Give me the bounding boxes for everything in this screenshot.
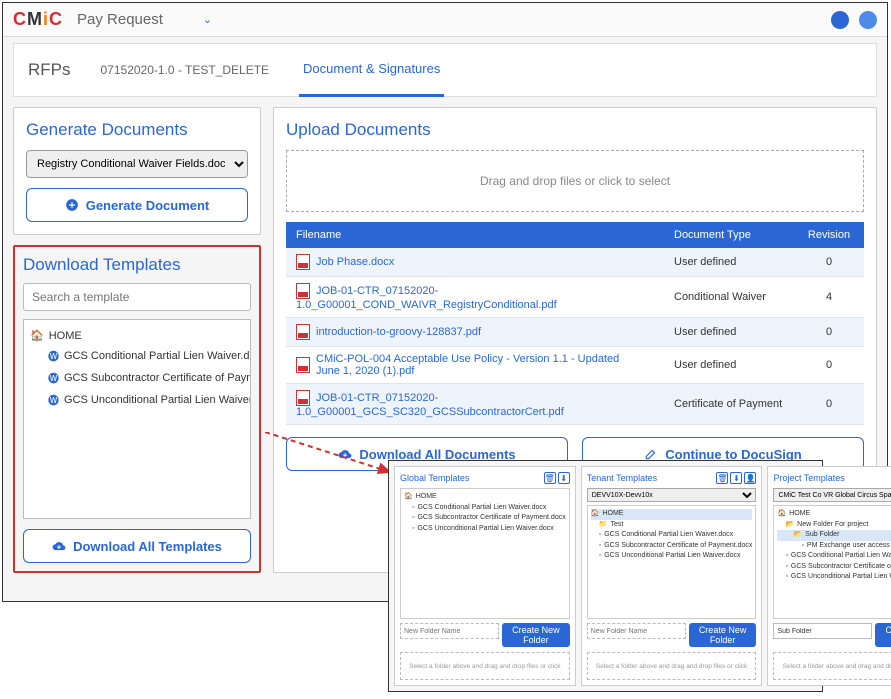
delete-icon[interactable]: 🗑 — [716, 472, 728, 484]
dropzone[interactable]: Drag and drop files or click to select — [286, 150, 864, 212]
edit-icon — [644, 447, 658, 461]
download-title: Download Templates — [23, 255, 251, 275]
word-icon: 🅦 — [48, 392, 59, 408]
word-icon: 🅦 — [48, 348, 59, 364]
table-row[interactable]: introduction-to-groovy-128837.pdfUser de… — [286, 318, 864, 347]
create-folder-button[interactable]: Create New Folder — [875, 623, 891, 647]
word-icon: ▫ — [412, 524, 414, 535]
create-folder-button[interactable]: Create New Folder — [689, 623, 757, 647]
project-templates-panel: Project Templates🗑⬇👤 CMiC Test Co VR Glo… — [767, 466, 891, 686]
template-tree[interactable]: 🏠HOME 📁Test ▫GCS Conditional Partial Lie… — [587, 505, 757, 619]
pdf-icon — [296, 357, 310, 373]
download-all-templates-button[interactable]: Download All Templates — [23, 529, 251, 563]
search-template-input[interactable] — [23, 283, 251, 311]
delete-icon[interactable]: 🗑 — [544, 472, 556, 484]
tenant-templates-panel: Tenant Templates 🗑⬇👤 DEVV10X-Devv10x 🏠HOM… — [581, 466, 763, 686]
dropzone[interactable]: Select a folder above and drag and drop … — [587, 652, 757, 680]
home-icon: 🏠 — [30, 329, 44, 342]
create-folder-button[interactable]: Create New Folder — [502, 623, 570, 647]
generate-panel: Generate Documents Registry Conditional … — [13, 107, 261, 235]
user-icon[interactable]: 👤 — [744, 472, 756, 484]
word-icon: 🅦 — [48, 370, 59, 386]
generate-title: Generate Documents — [26, 120, 248, 140]
pdf-icon — [296, 324, 310, 340]
word-icon: ▫ — [785, 572, 787, 583]
download-icon[interactable]: ⬇ — [558, 472, 570, 484]
word-icon: ▫ — [599, 551, 601, 562]
project-select[interactable]: CMiC Test Co VR Global Circus Space Mast… — [773, 488, 891, 502]
col-type: Document Type — [664, 222, 794, 248]
home-icon: 🏠 — [404, 492, 413, 503]
panel-title: Global Templates — [400, 473, 469, 483]
panel-title: Project Templates — [773, 473, 844, 483]
dropzone[interactable]: Select a folder above and drag and drop … — [400, 652, 570, 680]
home-icon: 🏠 — [777, 509, 786, 520]
download-templates-highlight: Download Templates 🏠HOME 🅦GCS Conditiona… — [13, 245, 261, 573]
plus-circle-icon — [65, 198, 79, 212]
global-templates-panel: Global Templates 🗑⬇ 🏠HOME ▫GCS Conditiona… — [394, 466, 576, 686]
word-icon: ▫ — [785, 551, 787, 562]
cloud-download-icon — [52, 539, 66, 553]
folder-name-input[interactable] — [773, 623, 872, 639]
folder-name-input[interactable] — [587, 623, 686, 639]
word-icon: ▫ — [412, 513, 414, 524]
word-icon: ▫ — [785, 562, 787, 573]
folder-icon: 📂 — [793, 530, 802, 541]
pdf-icon — [296, 254, 310, 270]
word-icon: ▫ — [599, 541, 601, 552]
upload-title: Upload Documents — [286, 120, 864, 140]
section-label: RFPs — [28, 60, 71, 80]
word-icon: ▫ — [412, 503, 414, 514]
template-tree[interactable]: 🏠HOME 🅦GCS Conditional Partial Lien Waiv… — [23, 319, 251, 519]
col-rev: Revision — [794, 222, 864, 248]
word-icon: ▫ — [599, 530, 601, 541]
cloud-download-icon — [338, 447, 352, 461]
panel-title: Tenant Templates — [587, 473, 657, 483]
tenant-select[interactable]: DEVV10X-Devv10x — [587, 488, 757, 502]
user-icon[interactable] — [859, 11, 877, 29]
topbar: CMiC Pay Request ⌄ — [3, 3, 887, 37]
app-dropdown-icon[interactable]: ⌄ — [203, 13, 212, 26]
template-tree[interactable]: 🏠HOME 📂New Folder For project 📂Sub Folde… — [773, 505, 891, 619]
table-row[interactable]: JOB-01-CTR_07152020-1.0_G00001_COND_WAIV… — [286, 277, 864, 318]
tree-item[interactable]: 🅦GCS Conditional Partial Lien Waiver.doc… — [30, 345, 244, 367]
table-row[interactable]: CMiC-POL-004 Acceptable Use Policy - Ver… — [286, 347, 864, 384]
chat-icon[interactable] — [831, 11, 849, 29]
generate-button[interactable]: Generate Document — [26, 188, 248, 222]
dropzone[interactable]: Select a folder above and drag and drop … — [773, 652, 891, 680]
download-icon[interactable]: ⬇ — [730, 472, 742, 484]
callout-detail: Global Templates🗑⬇ 🏠HOME ▫GCS Conditiona… — [388, 460, 823, 692]
tab-documents[interactable]: Document & Signatures — [299, 43, 444, 97]
pdf-icon — [296, 390, 310, 406]
table-row[interactable]: Job Phase.docxUser defined0 — [286, 248, 864, 277]
col-filename: Filename — [286, 222, 664, 248]
record-id: 07152020-1.0 - TEST_DELETE — [101, 63, 270, 77]
tree-item[interactable]: 🅦GCS Subcontractor Certificate of Paymen… — [30, 367, 244, 389]
template-select[interactable]: Registry Conditional Waiver Fields.docx — [26, 150, 248, 178]
home-icon: 🏠 — [591, 509, 600, 520]
app-title: Pay Request — [77, 11, 163, 28]
folder-name-input[interactable] — [400, 623, 499, 639]
logo: CMiC — [13, 9, 63, 30]
pdf-icon — [296, 283, 310, 299]
table-row[interactable]: JOB-01-CTR_07152020-1.0_G00001_GCS_SC320… — [286, 384, 864, 425]
folder-icon: 📂 — [785, 520, 794, 531]
documents-table: Filename Document Type Revision Job Phas… — [286, 222, 864, 425]
breadcrumb-bar: RFPs 07152020-1.0 - TEST_DELETE Document… — [13, 43, 877, 97]
template-tree[interactable]: 🏠HOME ▫GCS Conditional Partial Lien Waiv… — [400, 488, 570, 619]
word-icon: ▫ — [801, 541, 803, 552]
folder-icon: 📁 — [599, 520, 608, 531]
tree-item[interactable]: 🅦GCS Unconditional Partial Lien Waiver.d… — [30, 389, 244, 411]
